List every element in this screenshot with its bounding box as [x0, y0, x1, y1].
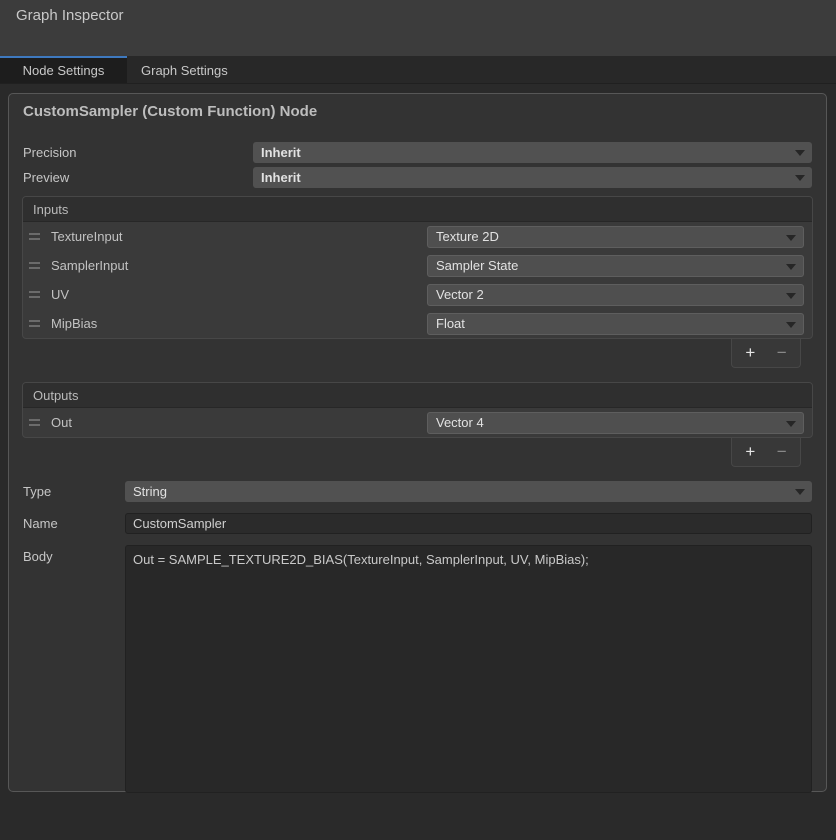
list-item[interactable]: MipBias Float: [23, 309, 812, 338]
drag-handle-icon[interactable]: [29, 262, 40, 269]
precision-row: Precision Inherit: [23, 142, 812, 163]
remove-input-button[interactable]: −: [769, 342, 795, 364]
inputs-section: Inputs TextureInput Texture 2D SamplerIn…: [22, 196, 813, 339]
preview-dropdown[interactable]: Inherit: [253, 167, 812, 188]
add-output-button[interactable]: +: [737, 441, 763, 463]
chevron-down-icon: [795, 175, 805, 181]
list-item[interactable]: UV Vector 2: [23, 280, 812, 309]
input-port-type-value: Vector 2: [436, 287, 484, 302]
input-port-name: MipBias: [51, 316, 427, 331]
outputs-list-footer: + −: [9, 438, 801, 468]
input-port-name: UV: [51, 287, 427, 302]
type-dropdown[interactable]: String: [125, 481, 812, 502]
inputs-footer-box: + −: [731, 339, 801, 368]
input-port-type-dropdown[interactable]: Sampler State: [427, 255, 804, 277]
function-body-input[interactable]: Out = SAMPLE_TEXTURE2D_BIAS(TextureInput…: [125, 545, 812, 793]
output-port-type-dropdown[interactable]: Vector 4: [427, 412, 804, 434]
list-item[interactable]: Out Vector 4: [23, 408, 812, 437]
precision-label: Precision: [23, 145, 253, 160]
tab-node-settings[interactable]: Node Settings: [0, 56, 127, 83]
chevron-down-icon: [786, 421, 796, 427]
output-port-name: Out: [51, 415, 427, 430]
drag-handle-icon[interactable]: [29, 320, 40, 327]
drag-handle-icon[interactable]: [29, 291, 40, 298]
inputs-header: Inputs: [23, 197, 812, 222]
name-label: Name: [23, 516, 125, 531]
chevron-down-icon: [786, 264, 796, 270]
tab-node-settings-label: Node Settings: [23, 63, 105, 78]
window-title: Graph Inspector: [16, 7, 820, 24]
tab-graph-settings[interactable]: Graph Settings: [127, 56, 242, 83]
output-port-type-value: Vector 4: [436, 415, 484, 430]
add-input-button[interactable]: +: [737, 342, 763, 364]
node-settings-panel: CustomSampler (Custom Function) Node Pre…: [8, 93, 827, 792]
inspector-content: CustomSampler (Custom Function) Node Pre…: [0, 84, 836, 839]
preview-value: Inherit: [261, 170, 301, 185]
tab-graph-settings-label: Graph Settings: [141, 63, 228, 78]
precision-dropdown[interactable]: Inherit: [253, 142, 812, 163]
drag-handle-icon[interactable]: [29, 419, 40, 426]
input-port-type-value: Texture 2D: [436, 229, 499, 244]
input-port-name: SamplerInput: [51, 258, 427, 273]
name-row: Name: [23, 513, 812, 534]
type-value: String: [133, 484, 167, 499]
body-row: Body Out = SAMPLE_TEXTURE2D_BIAS(Texture…: [23, 545, 812, 793]
input-port-type-value: Sampler State: [436, 258, 518, 273]
input-port-type-dropdown[interactable]: Texture 2D: [427, 226, 804, 248]
body-label: Body: [23, 545, 125, 564]
chevron-down-icon: [786, 322, 796, 328]
outputs-section: Outputs Out Vector 4: [22, 382, 813, 438]
remove-output-button[interactable]: −: [769, 441, 795, 463]
type-label: Type: [23, 484, 125, 499]
type-row: Type String: [23, 481, 812, 502]
input-port-name: TextureInput: [51, 229, 427, 244]
outputs-header: Outputs: [23, 383, 812, 408]
chevron-down-icon: [795, 150, 805, 156]
chevron-down-icon: [786, 235, 796, 241]
list-item[interactable]: SamplerInput Sampler State: [23, 251, 812, 280]
titlebar: Graph Inspector: [0, 0, 836, 56]
inputs-list-footer: + −: [9, 339, 801, 369]
preview-label: Preview: [23, 170, 253, 185]
input-port-type-value: Float: [436, 316, 465, 331]
panel-title: CustomSampler (Custom Function) Node: [9, 94, 826, 142]
function-name-input[interactable]: [125, 513, 812, 534]
input-port-type-dropdown[interactable]: Vector 2: [427, 284, 804, 306]
outputs-footer-box: + −: [731, 438, 801, 467]
input-port-type-dropdown[interactable]: Float: [427, 313, 804, 335]
precision-value: Inherit: [261, 145, 301, 160]
preview-row: Preview Inherit: [23, 167, 812, 188]
drag-handle-icon[interactable]: [29, 233, 40, 240]
tabbar: Node Settings Graph Settings: [0, 56, 836, 84]
chevron-down-icon: [795, 489, 805, 495]
chevron-down-icon: [786, 293, 796, 299]
list-item[interactable]: TextureInput Texture 2D: [23, 222, 812, 251]
